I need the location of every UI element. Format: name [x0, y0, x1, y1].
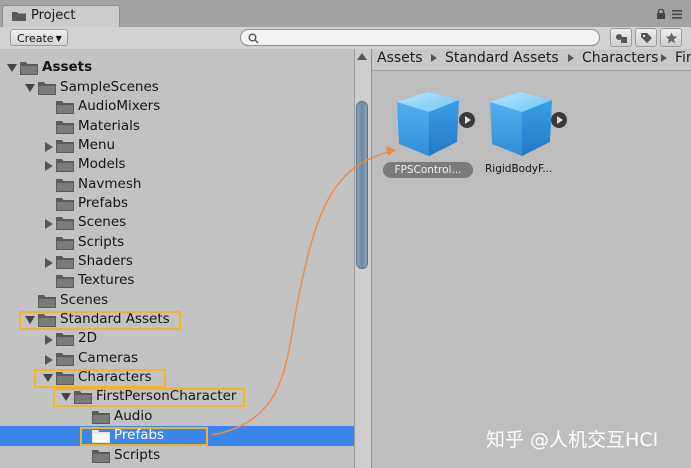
folder-icon [56, 275, 74, 288]
tree-item[interactable]: Models [0, 155, 354, 175]
folder-icon [20, 62, 38, 75]
tree-item-label: Scripts [114, 447, 161, 463]
folder-icon [56, 237, 74, 250]
folder-icon [38, 295, 56, 308]
tree-item[interactable]: Assets [0, 58, 354, 78]
scrollbar-thumb[interactable] [356, 101, 368, 269]
expand-arrow-right-icon[interactable] [45, 142, 53, 152]
folder-icon [56, 198, 74, 211]
folder-icon [56, 353, 74, 366]
folder-icon [56, 179, 74, 192]
tree-item-label: 2D [78, 330, 97, 346]
expand-arrow-right-icon[interactable] [45, 161, 53, 171]
tree-item[interactable]: Scenes [0, 291, 354, 311]
folder-icon [56, 217, 74, 230]
breadcrumb-item[interactable]: Standard Assets [445, 50, 559, 66]
watermark: 知乎 @人机交互HCI [486, 429, 659, 451]
asset-tile-fpscontroller[interactable] [393, 88, 475, 158]
tree-item-label: Shaders [78, 253, 133, 269]
breadcrumb-item[interactable]: Fir [675, 50, 691, 66]
expand-arrow-right-icon[interactable] [45, 355, 53, 365]
expand-arrow-right-icon[interactable] [45, 258, 53, 268]
expand-arrow-right-icon[interactable] [45, 219, 53, 229]
breadcrumb-separator-icon [568, 54, 574, 62]
tree-item-label: Navmesh [78, 176, 142, 192]
breadcrumb-separator-icon [661, 54, 667, 62]
breadcrumb-item[interactable]: Assets [377, 50, 423, 66]
chevron-down-icon: ▼ [55, 34, 62, 43]
folder-icon [56, 101, 74, 114]
tree-item[interactable]: SampleScenes [0, 78, 354, 98]
folder-icon [56, 333, 74, 346]
asset-label: FPSControl... [383, 162, 473, 178]
tab-label: Project [31, 8, 76, 23]
tree-item[interactable]: Cameras [0, 349, 354, 369]
create-label: Create [17, 32, 54, 45]
prefab-cube-icon [490, 92, 552, 156]
filter-type-icon [616, 34, 627, 43]
tree-item-label: Scripts [78, 234, 125, 250]
tree-item-label: Materials [78, 118, 140, 134]
breadcrumb-item[interactable]: Characters [582, 50, 658, 66]
search-by-label-button[interactable] [635, 28, 657, 47]
highlight-box [34, 369, 166, 388]
folder-icon [12, 12, 26, 21]
favorites-button[interactable] [660, 28, 682, 47]
tree-item[interactable]: Menu [0, 136, 354, 156]
panel-menu-icon[interactable] [672, 9, 684, 19]
tree-item[interactable]: Prefabs [0, 194, 354, 214]
tree-item[interactable]: Scripts [0, 446, 354, 466]
play-icon[interactable] [459, 112, 475, 128]
search-input[interactable] [240, 29, 600, 46]
expand-arrow-down-icon[interactable] [25, 84, 35, 92]
tag-icon [641, 33, 652, 43]
highlight-box [19, 311, 181, 330]
tree-item-label: Audio [114, 408, 153, 424]
tree-item-label: SampleScenes [60, 79, 159, 95]
search-icon [248, 33, 259, 44]
tree-item-label: Textures [78, 272, 135, 288]
scroll-up-icon[interactable] [357, 53, 367, 60]
folder-icon [56, 121, 74, 134]
tree-item-label: Scenes [78, 214, 127, 230]
tree-item[interactable]: Scenes [0, 213, 354, 233]
tree-item[interactable]: AudioMixers [0, 97, 354, 117]
tree-item-label: Menu [78, 137, 116, 153]
tree-item[interactable]: Audio [0, 407, 354, 427]
tree-item[interactable]: Scripts [0, 233, 354, 253]
play-icon[interactable] [551, 112, 567, 128]
tree-item[interactable]: Textures [0, 271, 354, 291]
tree-item-label: Scenes [60, 292, 109, 308]
create-dropdown-button[interactable]: Create ▼ [10, 29, 68, 46]
tree-item-label: Models [78, 156, 126, 172]
lock-icon[interactable] [656, 9, 666, 19]
folder-icon [92, 411, 110, 424]
asset-label: RigidBodyF... [485, 163, 553, 175]
breadcrumb-separator-icon [431, 54, 437, 62]
star-icon [665, 32, 678, 44]
tree-item[interactable]: Materials [0, 117, 354, 137]
expand-arrow-right-icon[interactable] [45, 335, 53, 345]
search-by-type-button[interactable] [610, 28, 632, 47]
folder-icon [92, 450, 110, 463]
folder-icon [56, 140, 74, 153]
highlight-box [80, 427, 208, 446]
folder-icon [56, 256, 74, 269]
asset-tile-rigidbodyfps[interactable] [486, 88, 567, 158]
tree-item-label: Assets [42, 59, 93, 75]
breadcrumb: Assets Standard Assets Characters Fir [372, 49, 691, 71]
tree-item[interactable]: 2D [0, 329, 354, 349]
tree-item-label: Prefabs [78, 195, 129, 211]
folder-icon [56, 159, 74, 172]
highlight-box [53, 388, 245, 407]
folder-icon [38, 82, 56, 95]
tab-project[interactable]: Project [2, 5, 120, 27]
tree-item-label: AudioMixers [78, 98, 161, 114]
expand-arrow-down-icon[interactable] [7, 64, 17, 72]
tree-item-label: Cameras [78, 350, 139, 366]
tree-item[interactable]: Navmesh [0, 175, 354, 195]
tree-item[interactable]: Shaders [0, 252, 354, 272]
prefab-cube-icon [397, 92, 459, 156]
